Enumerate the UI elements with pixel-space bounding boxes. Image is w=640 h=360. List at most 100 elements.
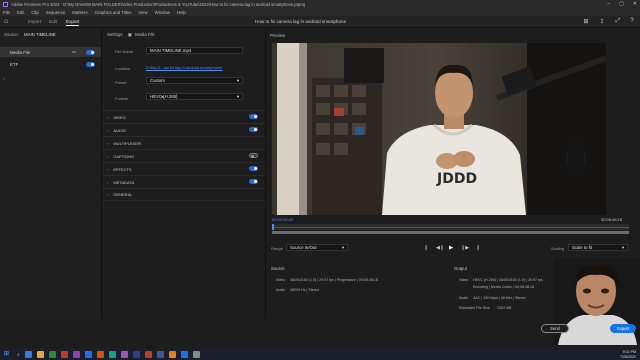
source-header: Source: MAIN TIMELINE [4,32,56,37]
video-toggle[interactable] [249,114,258,119]
taskbar-clock[interactable]: 9:02 PM 7/28/2022 [620,350,636,359]
range-label: Range [271,246,283,251]
taskbar-app-icon[interactable] [48,351,56,358]
taskbar-app-icon[interactable] [84,351,92,358]
menu-sequence[interactable]: Sequence [46,10,65,15]
minimize-icon[interactable]: – [607,1,610,7]
export-button[interactable]: Export [610,324,636,333]
menu-help[interactable]: Help [177,10,186,15]
section-general[interactable]: › GENERAL [103,188,265,201]
chevron-right-icon: › [107,153,109,159]
taskbar-app-icon[interactable] [168,351,176,358]
clock-date: 7/28/2022 [620,354,636,359]
metadata-toggle[interactable] [249,179,258,184]
menu-edit[interactable]: Edit [17,10,24,15]
effects-toggle[interactable] [249,166,258,171]
maximize-icon[interactable]: ▢ [619,1,624,7]
settings-media-file: Media File [135,32,155,37]
taskbar-app-icon[interactable] [180,351,188,358]
mark-in-icon[interactable]: ❙ [424,245,428,251]
destination-etf[interactable]: ETF [0,59,101,69]
source-value: MAIN TIMELINE [24,32,56,37]
tab-import[interactable]: Import [28,19,41,24]
play-icon[interactable]: ▶ [449,245,453,251]
chevron-down-icon: ▾ [236,77,239,83]
destination-media-file[interactable]: Media File ••• [0,47,101,57]
start-icon[interactable]: ⊞ [4,351,11,358]
format-label: Format [115,96,128,101]
preset-value: Custom [150,78,165,83]
section-captions[interactable]: › CAPTIONS [103,149,265,162]
help-icon[interactable]: ? [628,18,636,26]
menu-view[interactable]: View [138,10,147,15]
step-back-icon[interactable]: ◀❙ [436,245,444,251]
taskbar-app-icon[interactable] [192,351,200,358]
step-forward-icon[interactable]: ❙▶ [461,245,469,251]
video-preview[interactable]: JDDD [272,43,606,215]
clock-time: 9:02 PM [622,350,636,354]
media-file-toggle[interactable] [86,50,95,55]
preview-label: Preview [270,33,286,38]
mark-out-icon[interactable]: ❙ [476,245,480,251]
video-frame: JDDD [272,43,606,215]
audio-toggle[interactable] [249,127,258,132]
section-effects[interactable]: › EFFECTS [103,162,265,175]
file-size-value: 1334 MB [497,306,512,310]
file-name-label: File Name [115,49,134,54]
preset-label: Preset [115,80,127,85]
add-destination-icon[interactable]: + [3,76,5,81]
location-link[interactable]: D:\My D...ow fix lag in android smartpho… [146,65,222,70]
taskbar-app-icon[interactable] [72,351,80,358]
taskbar-app-icon[interactable] [60,351,68,358]
output-section-title: Output [454,266,467,271]
project-title: How to fix camera lag in android smartph… [255,19,347,24]
taskbar-app-icon[interactable] [144,351,152,358]
section-metadata[interactable]: › METADATA [103,175,265,188]
captions-toggle[interactable] [249,153,258,158]
chevron-right-icon: › [107,179,109,185]
section-audio-label: AUDIO [113,127,127,133]
work-area-bar[interactable] [272,231,629,234]
menu-clip[interactable]: Clip [31,10,38,15]
file-size-label: Estimated File Size [459,306,490,310]
output-video-info: HEVC (H.265) | 3840x2160 (1.0) | 29.97 f… [473,278,543,282]
menu-file[interactable]: File [3,10,10,15]
source-section-title: Source [271,266,285,271]
section-audio[interactable]: › AUDIO [103,123,265,136]
chevron-down-icon: ▾ [236,93,239,99]
timecode-start[interactable]: 00;00;00;00 [272,217,304,222]
source-audio-label: Audio [276,288,286,292]
taskbar-app-icon[interactable] [24,351,32,358]
section-multiplexer[interactable]: › MULTIPLEXER [103,136,265,149]
taskbar-app-icon[interactable] [156,351,164,358]
chevron-right-icon: › [107,127,109,133]
playhead[interactable] [272,224,274,230]
source-audio-info: 48000 Hz | Stereo [290,288,319,292]
home-icon[interactable]: ⌂ [4,18,12,26]
range-value: Source In/Out [290,245,317,250]
taskbar-app-icon[interactable] [36,351,44,358]
section-video[interactable]: › VIDEO [103,110,265,123]
menu-graphics[interactable]: Graphics and Titles [95,10,132,15]
etf-toggle[interactable] [86,62,95,67]
scaling-dropdown[interactable]: Scale to fit ▾ [568,244,628,251]
menu-markers[interactable]: Markers [72,10,88,15]
workspace-icon[interactable]: ⊞ [582,18,590,26]
taskbar-app-icon[interactable] [108,351,116,358]
preset-dropdown[interactable]: Custom ▾ [146,77,243,84]
close-icon[interactable]: ✕ [633,1,637,7]
search-icon[interactable]: ⌕ [17,352,20,358]
tab-export[interactable]: Export [66,19,80,26]
send-button[interactable]: Send [541,324,569,333]
timeline-ruler[interactable] [272,224,629,230]
fullscreen-icon[interactable]: ⤢ [614,18,622,26]
taskbar-app-icon[interactable] [96,351,104,358]
tab-edit[interactable]: Edit [49,19,57,24]
taskbar-app-icon[interactable] [132,351,140,358]
file-name-input[interactable]: MAIN TIMELINE.mp4 [146,47,243,54]
range-dropdown[interactable]: Source In/Out ▾ [286,244,348,251]
taskbar-app-icon[interactable] [120,351,128,358]
quick-export-icon[interactable]: ⇪ [598,18,606,26]
menu-window[interactable]: Window [155,10,170,15]
more-icon[interactable]: ••• [72,49,76,54]
